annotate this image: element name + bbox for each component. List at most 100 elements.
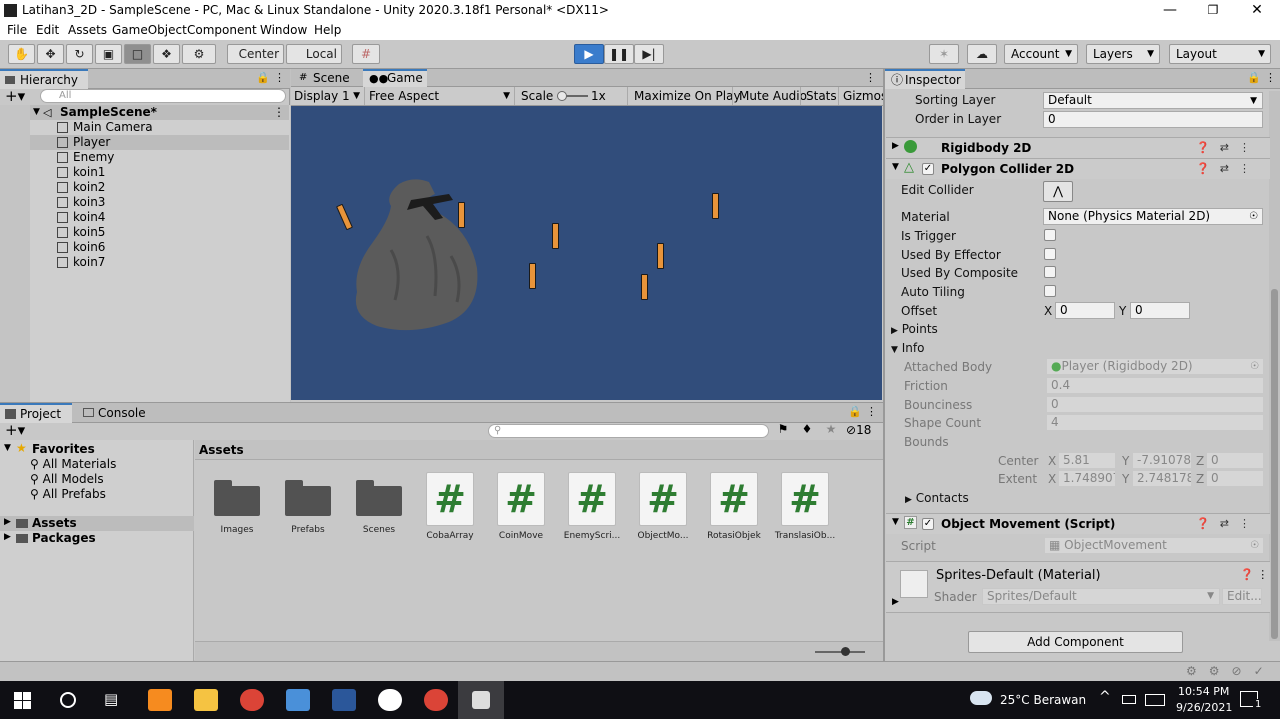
close-button[interactable]: ✕ [1244,1,1270,19]
word-icon[interactable] [332,689,356,711]
hidden-count-badge[interactable]: ⊘18 [846,423,871,441]
menu-file[interactable]: File [7,23,27,37]
clock-time[interactable]: 10:54 PM [1178,685,1229,698]
scene-row[interactable]: ▼ ◁ SampleScene* ⋮ [0,105,289,120]
lock-icon[interactable]: 🔒 [848,405,862,418]
object-picker-icon[interactable]: ☉ [1249,209,1258,224]
used-by-composite-checkbox[interactable] [1044,266,1056,278]
tab-inspector[interactable]: ⓘ Inspector [885,69,965,89]
component-header-icons[interactable]: ❓⇄⋮ [1196,162,1260,175]
gizmos-toggle[interactable]: Gizmos [838,87,883,105]
hierarchy-item[interactable]: koin6 [0,240,289,255]
sorting-layer-dropdown[interactable]: Default ▼ [1043,92,1263,109]
menu-window[interactable]: Window [260,23,307,37]
menu-edit[interactable]: Edit [36,23,59,37]
info-foldout[interactable]: ▼ Info [891,341,924,355]
add-icon[interactable]: +▾ [5,87,25,105]
collab-icon[interactable]: ✶ [929,44,959,64]
chrome-icon[interactable] [240,689,264,711]
kebab-menu-icon[interactable]: ⋮ [274,71,285,84]
asset-tile[interactable]: # CoinMove [489,472,553,541]
3d-viewer-icon[interactable] [286,689,310,711]
stats-toggle[interactable]: Stats [800,87,837,105]
account-dropdown[interactable]: Account ▼ [1004,44,1078,64]
clock-date[interactable]: 9/26/2021 [1176,701,1232,714]
pivot-center-button[interactable]: Center [227,44,284,64]
add-component-button[interactable]: Add Component [968,631,1183,653]
menu-component[interactable]: Component [187,23,257,37]
script-enabled-checkbox[interactable]: ✓ [922,518,934,530]
game-viewport[interactable] [291,106,882,400]
points-foldout[interactable]: ▶ Points [891,322,938,336]
display-dropdown[interactable]: Display 1 ▼ [291,87,365,105]
hierarchy-item[interactable]: koin2 [0,180,289,195]
asset-tile[interactable]: # ObjectMo... [631,472,695,541]
menu-gameobject[interactable]: GameObject [112,23,187,37]
task-view-icon[interactable]: ▤ [104,690,118,708]
zoom-slider[interactable] [815,651,865,653]
project-search-input[interactable]: ⚲ [488,424,769,438]
favorites-label[interactable]: Favorites [32,442,95,456]
used-by-effector-checkbox[interactable] [1044,248,1056,260]
edit-collider-button[interactable]: ⋀ [1043,181,1073,202]
custom-tool-icon[interactable]: ⚙ [182,44,216,64]
asset-tile[interactable]: Scenes [347,480,411,535]
layout-dropdown[interactable]: Layout ▼ [1169,44,1271,64]
rigidbody-header[interactable]: ▶ Rigidbody 2D ❓⇄⋮ [886,137,1270,158]
expand-arrow-icon[interactable]: ▶ [892,597,899,607]
cloud-icon[interactable]: ☁ [967,44,997,64]
zoom-slider-thumb[interactable] [841,647,850,656]
material-field[interactable]: None (Physics Material 2D) ☉ [1043,208,1263,225]
scrollbar-thumb[interactable] [1271,289,1278,639]
hierarchy-item[interactable]: koin4 [0,210,289,225]
asset-tile[interactable]: # EnemyScri... [560,472,624,541]
scale-slider-thumb[interactable] [557,91,567,101]
contacts-foldout[interactable]: ▶ Contacts [905,491,969,505]
menu-assets[interactable]: Assets [68,23,107,37]
hierarchy-item[interactable]: Player [0,135,289,150]
tree-item-assets[interactable]: ▶ Assets [0,516,194,531]
app-icon[interactable] [378,689,402,711]
kebab-menu-icon[interactable]: ⋮ [273,105,285,120]
search-circle-icon[interactable] [60,692,76,708]
offset-y-field[interactable]: 0 [1130,302,1190,319]
favorite-star-icon[interactable]: ★ [820,422,842,440]
asset-tile[interactable]: Images [205,480,269,535]
tab-console[interactable]: Console [78,403,158,423]
hand-tool-icon[interactable]: ✋ [8,44,35,64]
chevron-up-icon[interactable]: ^ [1099,689,1111,705]
tab-hierarchy[interactable]: Hierarchy [0,69,88,89]
chrome-icon[interactable] [424,689,448,711]
aspect-dropdown[interactable]: Free Aspect ▼ [365,87,515,105]
asset-tile[interactable]: Prefabs [276,480,340,535]
order-in-layer-field[interactable]: 0 [1043,111,1263,128]
kebab-menu-icon[interactable]: ⋮ [1265,71,1276,84]
component-header-icons[interactable]: ❓⇄⋮ [1196,517,1260,530]
script-component-header[interactable]: ▼ # ✓ Object Movement (Script) ❓⇄⋮ [886,513,1270,534]
is-trigger-checkbox[interactable] [1044,229,1056,241]
hierarchy-item[interactable]: koin1 [0,165,289,180]
asset-tile[interactable]: # CobaArray [418,472,482,541]
fav-item-all-prefabs[interactable]: ⚲ All Prefabs [30,487,106,501]
pivot-local-button[interactable]: Local [286,44,342,64]
tab-game[interactable]: ●● Game [363,69,427,87]
battery-icon[interactable] [1122,695,1136,704]
add-icon[interactable]: +▾ [5,421,25,439]
snap-grid-icon[interactable]: # [352,44,380,64]
hierarchy-item[interactable]: Main Camera [0,120,289,135]
pause-button[interactable]: ❚❚ [604,44,634,64]
keyboard-icon[interactable] [1145,694,1165,706]
kebab-menu-icon[interactable]: ⋮ [866,405,877,418]
scale-tool-icon[interactable]: ▣ [95,44,122,64]
rect-tool-icon[interactable]: □ [124,44,151,64]
hierarchy-item[interactable]: koin3 [0,195,289,210]
expand-arrow-icon[interactable]: ▼ [4,443,11,453]
offset-x-field[interactable]: 0 [1055,302,1115,319]
minimize-button[interactable]: — [1157,1,1183,19]
asset-tile[interactable]: # RotasiObjek [702,472,766,541]
rotate-tool-icon[interactable]: ↻ [66,44,93,64]
hierarchy-item[interactable]: Enemy [0,150,289,165]
kebab-menu-icon[interactable]: ⋮ [865,71,876,84]
component-header-icons[interactable]: ❓ ⋮ [1240,568,1268,581]
move-tool-icon[interactable]: ✥ [37,44,64,64]
